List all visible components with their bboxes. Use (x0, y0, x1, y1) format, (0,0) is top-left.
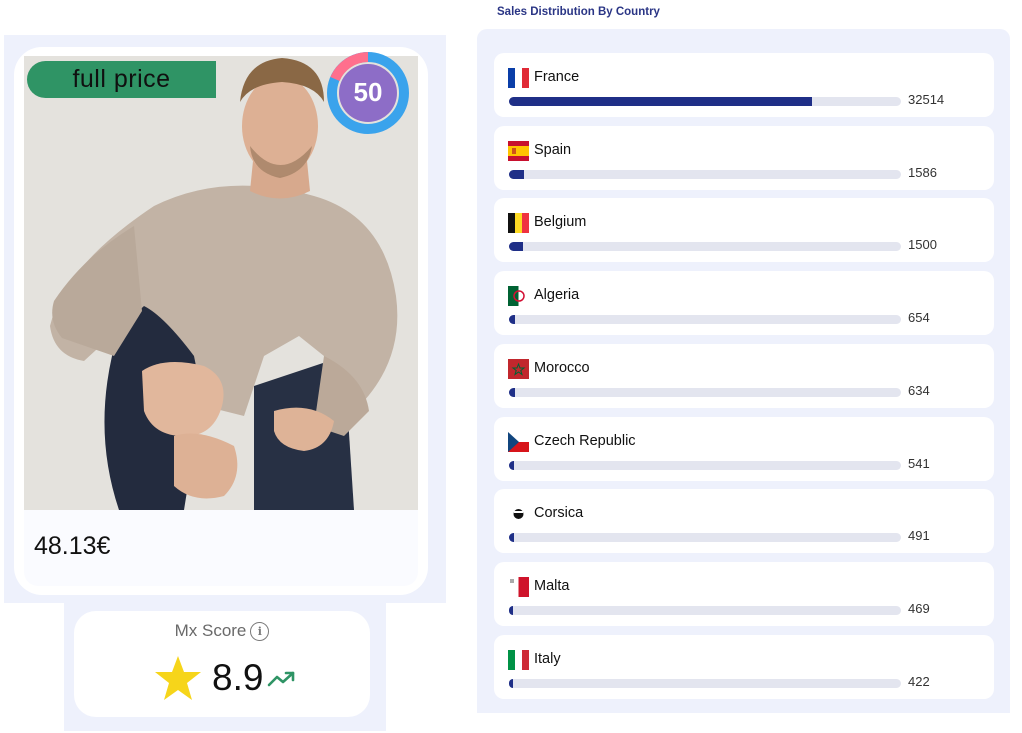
country-row[interactable]: France 32514 (494, 53, 994, 117)
flag-icon (508, 286, 529, 307)
score-ring-icon: 50 (327, 52, 409, 134)
sales-bar-track (509, 242, 901, 252)
product-score-donut: 50 (327, 52, 409, 134)
flag-icon (508, 213, 529, 234)
mx-score-label: Mx Score (174, 621, 247, 640)
sales-bar-fill (509, 387, 515, 397)
country-row[interactable]: Corsica 491 (494, 489, 994, 554)
sales-value: 541 (908, 455, 930, 471)
full-price-badge: full price (27, 61, 216, 98)
sales-bar-track (509, 460, 901, 470)
country-name: Morocco (534, 359, 590, 376)
flag-icon (508, 504, 529, 525)
sales-bar-track (509, 533, 901, 543)
sales-bar-track (509, 387, 901, 397)
sales-bar-track (509, 97, 901, 106)
country-row[interactable]: Italy 422 (494, 634, 994, 699)
sales-value: 634 (908, 382, 930, 398)
country-row[interactable]: Belgium 1500 (494, 198, 994, 263)
sales-bar-track (509, 315, 901, 325)
sales-bar-track (509, 605, 901, 615)
country-name: Algeria (534, 287, 580, 304)
country-row[interactable]: Malta 469 (494, 561, 994, 626)
sales-value: 654 (908, 310, 930, 326)
country-row[interactable]: Morocco 634 (494, 343, 994, 408)
full-price-label: full price (72, 65, 171, 93)
sales-value: 469 (908, 600, 930, 616)
sales-bar-fill (509, 97, 813, 106)
country-row[interactable]: Algeria 654 (494, 271, 994, 336)
sales-bar-fill (509, 460, 515, 470)
flag-icon (508, 68, 529, 88)
sales-distribution-panel[interactable]: France 32514 Spain 1586 Belgium 1500 Algeria 65… (477, 29, 1010, 713)
flag-icon (508, 576, 529, 597)
price-area: 48.13€ (24, 510, 418, 586)
flag-icon (508, 431, 529, 452)
country-name: Corsica (534, 505, 584, 522)
star-icon (155, 656, 201, 700)
country-name: Italy (534, 650, 561, 667)
mx-score-row: 8.9 (154, 653, 297, 703)
sales-bar-fill (509, 605, 514, 615)
sales-value: 32514 (908, 92, 945, 107)
sales-bar-track (509, 678, 901, 688)
sales-bar-fill (509, 169, 524, 179)
sales-bar-fill (509, 315, 516, 325)
flag-icon (508, 358, 529, 379)
sales-value: 1500 (908, 237, 937, 253)
sales-bar-fill (509, 242, 523, 252)
info-icon[interactable]: i (250, 622, 270, 642)
sales-bar-fill (509, 678, 513, 688)
country-name: France (534, 69, 580, 85)
product-price: 48.13€ (34, 532, 111, 560)
country-row[interactable]: Czech Republic 541 (494, 416, 994, 481)
sales-distribution-title: Sales Distribution By Country (497, 6, 660, 18)
mx-score-value: 8.9 (212, 657, 264, 698)
sales-bar-fill (509, 533, 514, 543)
sales-value: 422 (908, 673, 930, 689)
country-row[interactable]: Spain 1586 (494, 125, 994, 190)
sales-value: 491 (908, 528, 930, 544)
flag-icon (508, 649, 529, 670)
trending-up-icon (268, 671, 295, 687)
sales-value: 1586 (908, 164, 937, 180)
flag-icon (508, 140, 529, 161)
sales-bar-track (509, 169, 901, 179)
country-name: Czech Republic (534, 432, 636, 449)
product-score-value: 50 (354, 77, 383, 107)
mx-score-title: Mx Score i (74, 621, 370, 642)
country-name: Malta (534, 577, 570, 594)
mx-score-card: Mx Score i 8.9 (74, 611, 370, 717)
country-name: Belgium (534, 214, 587, 231)
country-name: Spain (534, 141, 572, 158)
